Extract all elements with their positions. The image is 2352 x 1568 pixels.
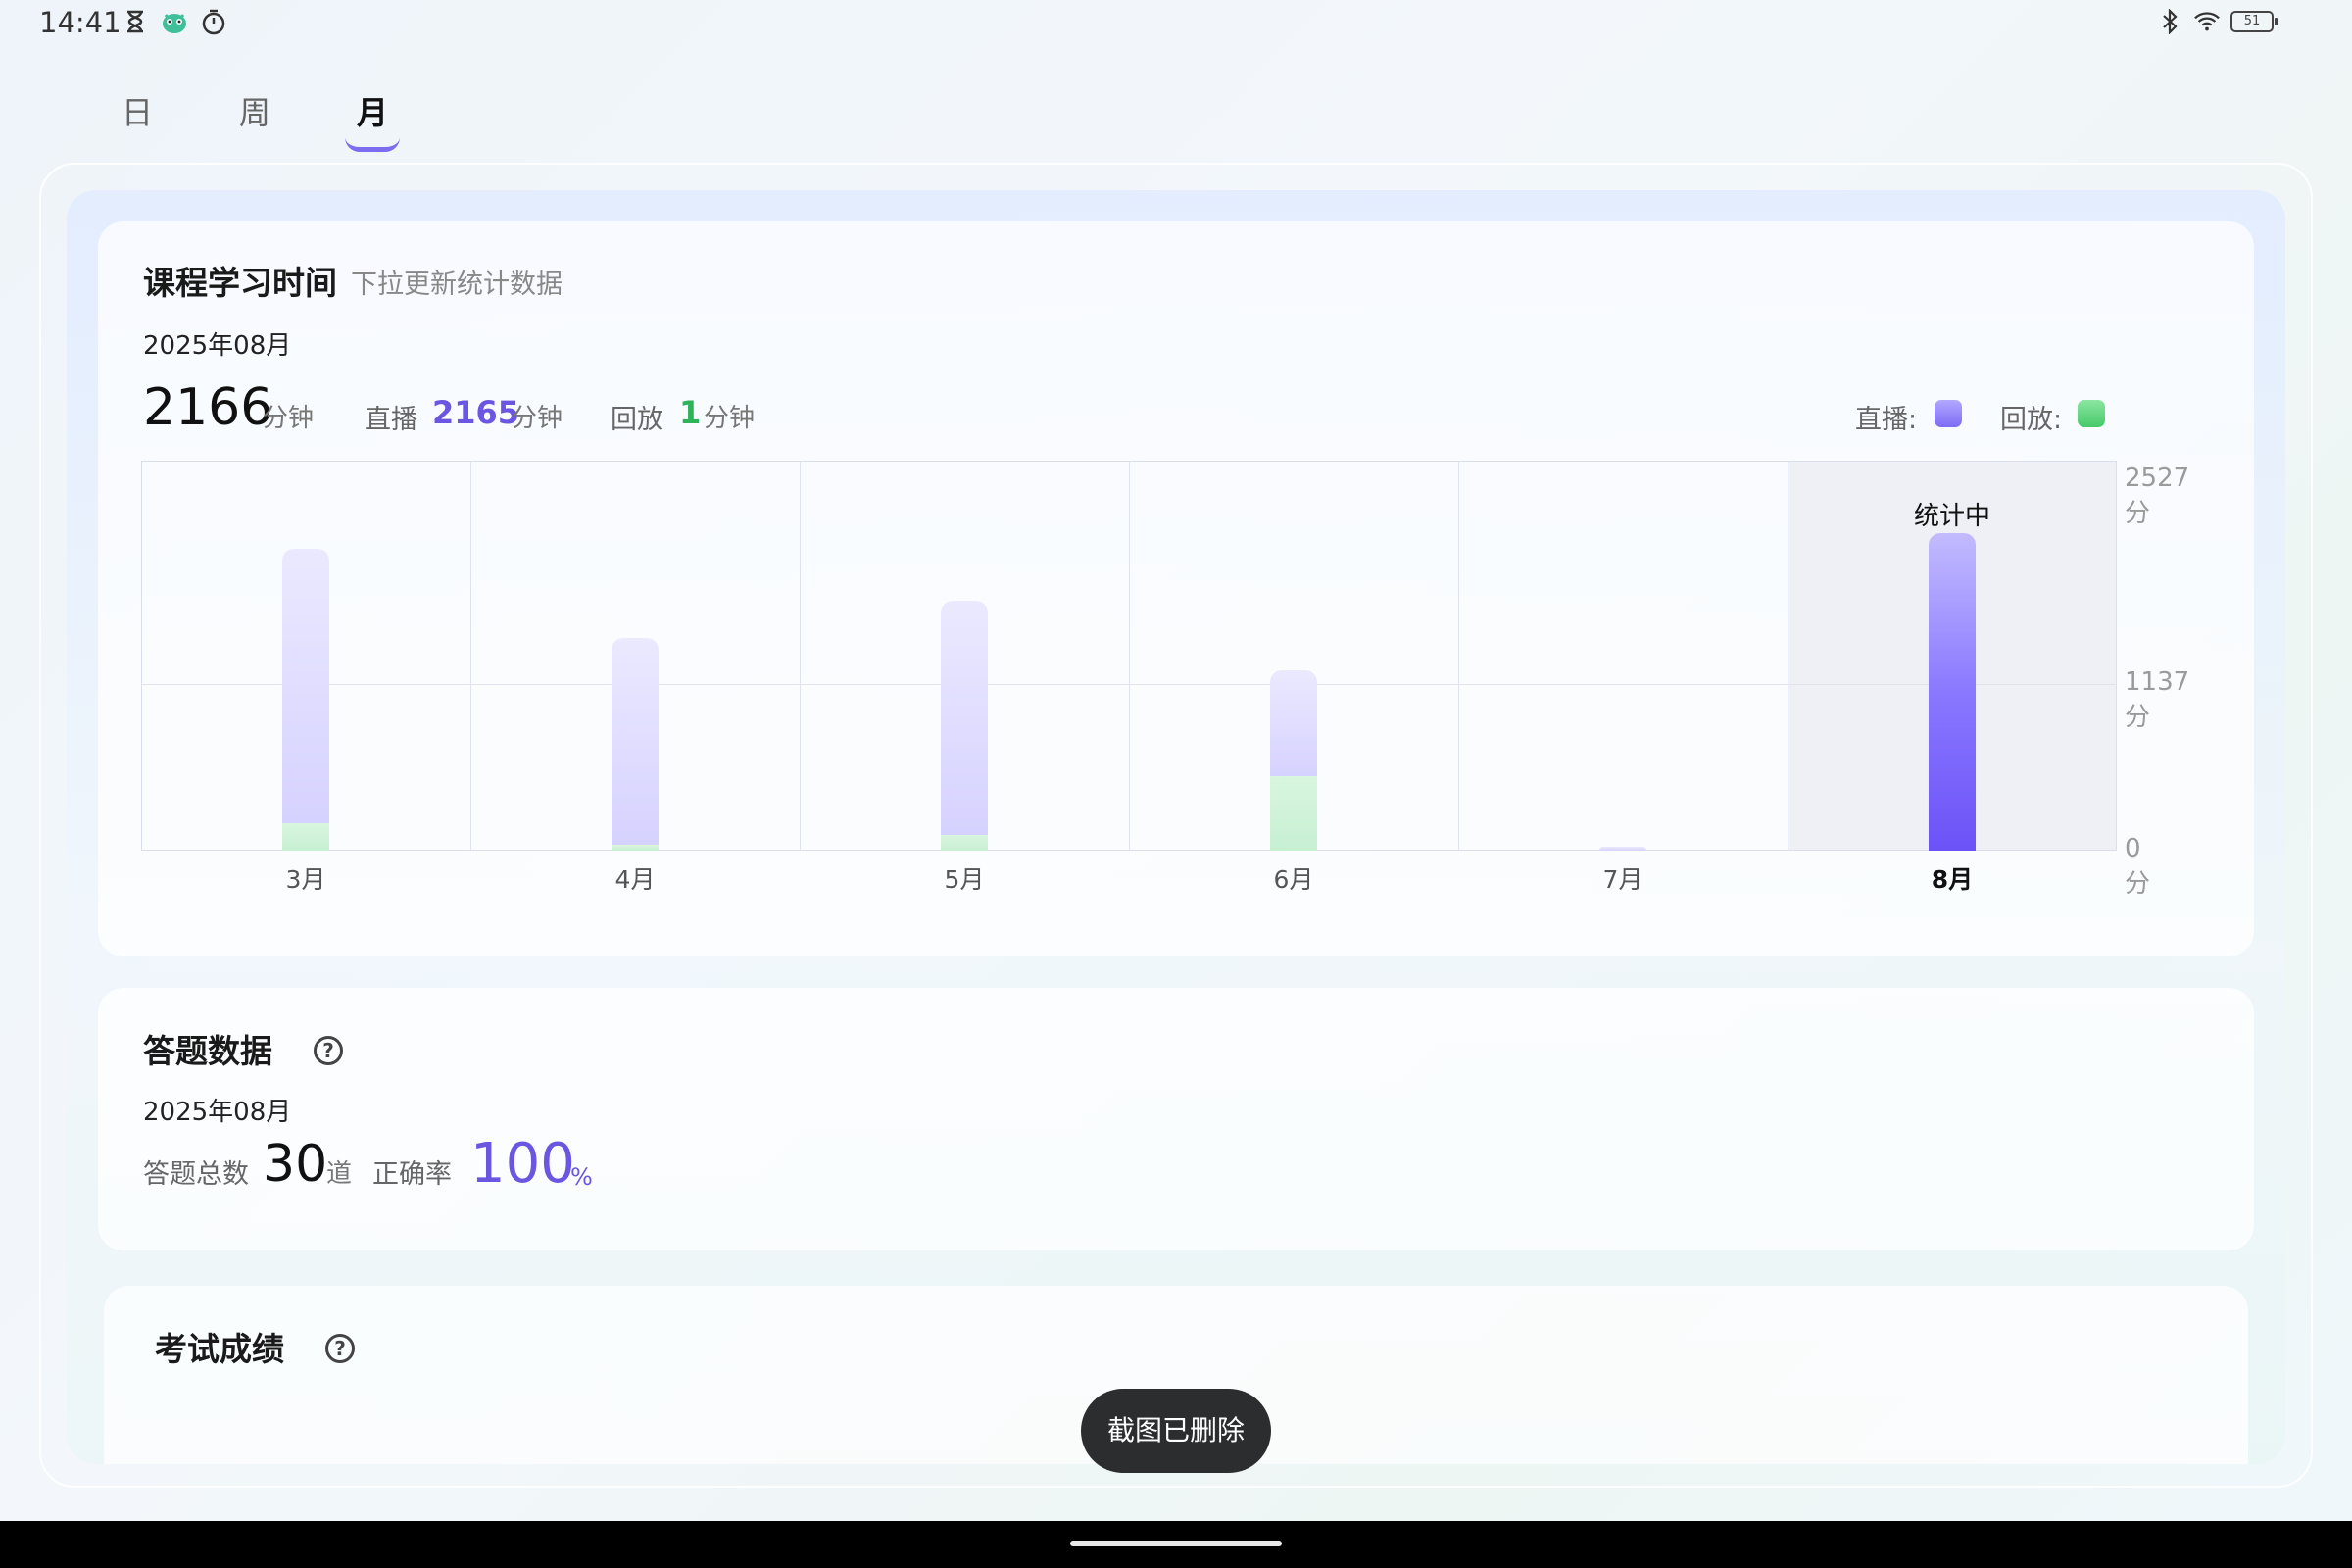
wifi-icon [2193, 8, 2221, 35]
accuracy-value: 100 [470, 1132, 575, 1196]
chart-gridline-vertical [1458, 461, 1459, 851]
total-minutes-unit: 分钟 [263, 404, 315, 433]
tab-month-label: 月 [356, 94, 388, 131]
study-card-subtitle: 下拉更新统计数据 [351, 270, 563, 300]
chart-bar-4[interactable] [1270, 670, 1317, 851]
legend-live-label: 直播: [1855, 405, 1918, 435]
chart-bar-live-segment [1929, 533, 1976, 851]
status-left-icons [122, 8, 227, 35]
study-card-date: 2025年08月 [143, 331, 292, 361]
study-card-title: 课程学习时间 [143, 264, 337, 302]
answer-card-title: 答题数据 [143, 1032, 272, 1070]
answer-total-unit: 道 [326, 1159, 353, 1189]
chart-bar-5[interactable] [1599, 847, 1646, 851]
status-time: 14:41 [39, 6, 122, 39]
chart-y-label: 2527分 [2125, 464, 2190, 528]
chart-bar-live-segment [1599, 847, 1646, 851]
hourglass-icon [122, 8, 149, 35]
answer-total-label: 答题总数 [143, 1159, 249, 1190]
chart-x-label: 5月 [944, 865, 985, 894]
navigation-bar [0, 1521, 2352, 1568]
replay-minutes-value: 1 [679, 394, 702, 431]
chart-current-badge: 统计中 [1913, 502, 1990, 531]
chart-gridline-horizontal [141, 684, 2117, 685]
exam-help-icon[interactable]: ? [325, 1334, 355, 1363]
active-tab-indicator [345, 137, 400, 152]
replay-label: 回放 [611, 405, 663, 435]
home-gesture-handle[interactable] [1070, 1541, 1282, 1546]
chart-y-label: 1137分 [2125, 667, 2190, 732]
chart-bar-6[interactable] [1929, 533, 1976, 851]
chart-x-label: 6月 [1273, 865, 1314, 894]
legend-live-swatch [1935, 400, 1962, 427]
chart-gridline-vertical [470, 461, 471, 851]
mascot-icon [161, 8, 188, 35]
chart-x-label: 4月 [614, 865, 656, 894]
exam-card-title: 考试成绩 [155, 1330, 284, 1368]
chart-bar-replay-segment [1270, 775, 1317, 851]
replay-minutes-unit: 分钟 [704, 404, 756, 433]
status-bar: 14:41 51 [0, 0, 2352, 49]
live-minutes-value: 2165 [432, 394, 520, 431]
bluetooth-icon [2156, 8, 2183, 35]
study-time-chart: 3月 4月 5月 6月 7月 8月 统计中 2527分 1137分 0分 [141, 461, 2189, 899]
chart-bar-live-segment [941, 601, 988, 835]
legend-replay-label: 回放: [2000, 405, 2063, 435]
chart-bar-live-segment [612, 638, 659, 845]
timer-icon [200, 8, 227, 35]
chart-gridline-vertical [1129, 461, 1130, 851]
chart-bar-replay-segment [612, 845, 659, 851]
chart-bar-1[interactable] [282, 549, 329, 851]
answer-data-card [98, 988, 2254, 1250]
chart-x-label: 7月 [1602, 865, 1643, 894]
chart-bar-3[interactable] [941, 601, 988, 851]
answer-total-value: 30 [263, 1135, 328, 1194]
live-label: 直播 [365, 405, 417, 435]
tab-day[interactable]: 日 [78, 86, 196, 155]
live-minutes-unit: 分钟 [512, 404, 564, 433]
toast-message: 截图已删除 [1081, 1389, 1271, 1473]
answer-card-date: 2025年08月 [143, 1098, 292, 1127]
chart-bar-live-segment [1270, 670, 1317, 776]
battery-icon: 51 [2230, 11, 2278, 32]
chart-bar-2[interactable] [612, 638, 659, 851]
tab-week[interactable]: 周 [196, 86, 314, 155]
chart-bar-live-segment [282, 549, 329, 823]
status-right-icons: 51 [2156, 8, 2278, 35]
period-tabs: 日 周 月 [78, 86, 431, 155]
chart-gridline-vertical [800, 461, 801, 851]
chart-y-label: 0分 [2125, 834, 2151, 899]
chart-x-label: 8月 [1931, 865, 1974, 894]
chart-bar-replay-segment [941, 834, 988, 851]
chart-bar-replay-segment [282, 822, 329, 851]
tab-month[interactable]: 月 [314, 86, 431, 155]
answer-help-icon[interactable]: ? [314, 1036, 343, 1065]
accuracy-label: 正确率 [372, 1159, 452, 1190]
chart-x-label: 3月 [285, 865, 326, 894]
total-minutes-value: 2166 [143, 378, 273, 437]
legend-replay-swatch [2078, 400, 2105, 427]
accuracy-unit: % [570, 1163, 593, 1191]
